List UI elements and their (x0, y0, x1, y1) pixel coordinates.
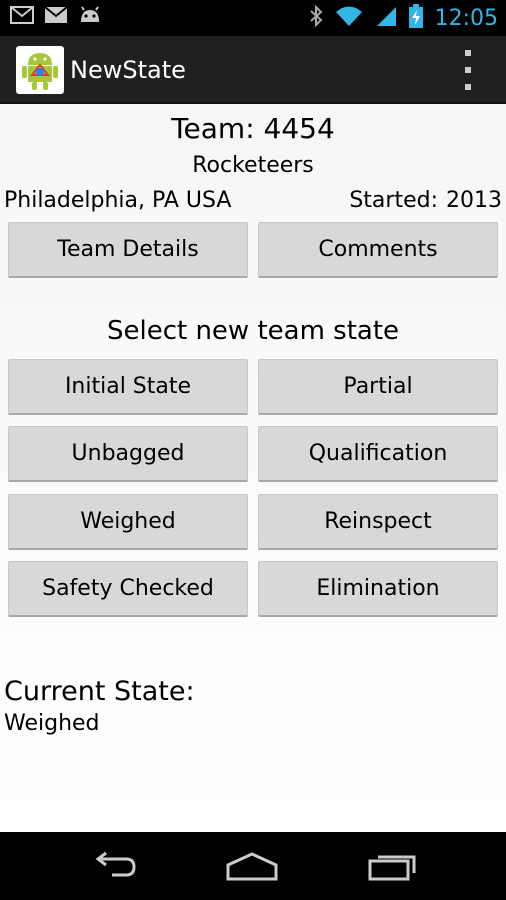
action-bar: NewState (0, 36, 506, 104)
recent-apps-icon[interactable] (364, 848, 424, 884)
clock: 12:05 (434, 5, 498, 31)
state-button-elimination[interactable]: Elimination (258, 561, 498, 617)
team-name: Rocketeers (192, 153, 314, 178)
gmail-icon (10, 6, 34, 28)
select-state-label: Select new team state (106, 316, 400, 346)
status-bar: 12:05 (0, 0, 506, 36)
home-icon[interactable] (222, 848, 282, 884)
app-title: NewState (70, 56, 186, 84)
team-location: Philadelphia, PA USA (4, 188, 232, 213)
state-button-reinspect[interactable]: Reinspect (258, 494, 498, 550)
signal-icon (375, 5, 397, 31)
back-icon[interactable] (82, 848, 142, 884)
mail-icon (44, 6, 68, 28)
navigation-bar (0, 832, 506, 900)
current-state-heading: Current State: (4, 676, 195, 707)
team-started: Started: 2013 (349, 188, 502, 213)
team-details-button[interactable]: Team Details (8, 222, 248, 278)
started-year: 2013 (446, 188, 502, 213)
team-number: Team: 4454 (171, 112, 335, 145)
android-debug-icon (78, 6, 102, 28)
state-button-weighed[interactable]: Weighed (8, 494, 248, 550)
bluetooth-icon (309, 4, 323, 31)
state-button-qualification[interactable]: Qualification (258, 426, 498, 482)
screen: 12:05 NewState Team: 4454 Rocketeers Phi… (0, 0, 506, 900)
state-button-partial[interactable]: Partial (258, 359, 498, 415)
overflow-menu-icon[interactable] (458, 50, 478, 90)
state-button-unbagged[interactable]: Unbagged (8, 426, 248, 482)
battery-charging-icon (408, 4, 423, 32)
comments-button[interactable]: Comments (258, 222, 498, 278)
started-label: Started: (349, 188, 438, 213)
wifi-icon (335, 5, 363, 31)
state-button-initial-state[interactable]: Initial State (8, 359, 248, 415)
android-app-icon[interactable] (16, 46, 64, 94)
current-state-value: Weighed (4, 711, 100, 736)
main-content: Team: 4454 Rocketeers Philadelphia, PA U… (0, 104, 506, 832)
state-button-safety-checked[interactable]: Safety Checked (8, 561, 248, 617)
